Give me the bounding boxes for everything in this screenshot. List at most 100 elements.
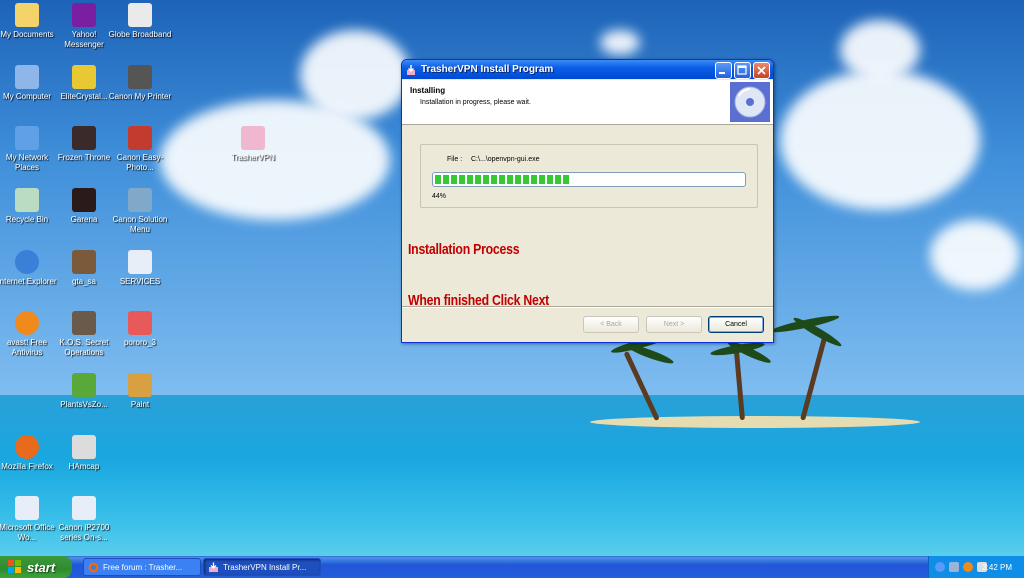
icon-label: Globe Broadband [108, 30, 172, 39]
cloud [930, 220, 1020, 290]
desktop-icon-garena[interactable]: Garena [52, 188, 116, 225]
icon-label: Garena [70, 215, 98, 224]
minimize-icon [719, 72, 725, 74]
desktop-icon-recycle-bin[interactable]: Recycle Bin [0, 188, 59, 225]
icon-label: avast! Free Antivirus [6, 338, 47, 357]
taskbar-item-installer[interactable]: TrasherVPN Install Pr... [203, 558, 321, 576]
crystal-icon [72, 65, 96, 89]
desktop-icon-globe-broadband[interactable]: Globe Broadband [108, 3, 172, 40]
icon-label: SERVICES [119, 277, 161, 286]
desktop-icon-canon-solution-menu[interactable]: Canon Solution Menu [108, 188, 172, 235]
taskbar-item-firefox[interactable]: Free forum : Trasher... [83, 558, 201, 576]
plants-vs-zombies-icon [72, 373, 96, 397]
desktop-icon-my-computer[interactable]: My Computer [0, 65, 59, 102]
printer-icon [128, 65, 152, 89]
icon-label: HAmcap [68, 462, 100, 471]
dialog-titlebar[interactable]: TrasherVPN Install Program [402, 60, 773, 79]
minimize-button[interactable] [715, 62, 732, 79]
word-icon [15, 496, 39, 520]
maximize-button[interactable] [734, 62, 751, 79]
desktop-icon-avast[interactable]: avast! Free Antivirus [0, 311, 59, 358]
avast-icon [15, 311, 39, 335]
taskbar-item-label: Free forum : Trasher... [103, 562, 183, 572]
desktop-icon-canon-my-printer[interactable]: Canon My Printer [108, 65, 172, 102]
desktop-icon-internet-explorer[interactable]: Internet Explorer [0, 250, 59, 287]
desktop-icon-paint[interactable]: Paint [108, 373, 172, 410]
file-path: C:\...\openvpn-gui.exe [471, 156, 540, 163]
network-icon [15, 126, 39, 150]
desktop-icon-my-network-places[interactable]: My Network Places [0, 126, 59, 173]
cloud [840, 20, 920, 80]
computer-icon [15, 65, 39, 89]
annotation-installation-process: Installation Process [408, 241, 520, 258]
desktop-icon-pororo-3[interactable]: pororo_3 [108, 311, 172, 348]
network-icon[interactable] [949, 562, 959, 572]
icon-label: Microsoft Office Wo... [0, 523, 55, 542]
progress-fill [435, 175, 571, 184]
desktop-icon-kos-secret-operations[interactable]: K.O.S. Secret Operations [52, 311, 116, 358]
maximize-icon [737, 65, 747, 75]
progress-bar [432, 172, 746, 187]
clock[interactable]: 3:42 PM [982, 563, 1012, 572]
desktop-icon-mozilla-firefox[interactable]: Mozilla Firefox [0, 435, 59, 472]
close-button[interactable] [753, 62, 770, 79]
desktop-icon-canon-easy-photo[interactable]: Canon Easy-Photo... [108, 126, 172, 173]
firefox-icon [15, 435, 39, 459]
paint-icon [128, 373, 152, 397]
desktop-icon-my-documents[interactable]: My Documents [0, 3, 59, 40]
icon-label: Canon iP2700 series On-s... [58, 523, 110, 542]
icon-label: Canon Easy-Photo... [116, 153, 164, 172]
desktop-icon-gta-sa[interactable]: gta_sa [52, 250, 116, 287]
icon-label: My Network Places [5, 153, 49, 172]
desktop-icon-hamcap[interactable]: HAmcap [52, 435, 116, 472]
desktop-icon-elitecrystal[interactable]: EliteCrystal... [52, 65, 116, 102]
cancel-button[interactable]: Cancel [708, 316, 764, 333]
desktop-icon-frozen-throne[interactable]: Frozen Throne [52, 126, 116, 163]
file-label: File : [447, 156, 463, 163]
icon-label: Frozen Throne [57, 153, 111, 162]
icon-label: Mozilla Firefox [1, 462, 53, 471]
internet-explorer-icon [15, 250, 39, 274]
desktop-icon-plantsvszombies[interactable]: PlantsVsZo... [52, 373, 116, 410]
yahoo-icon [72, 3, 96, 27]
word-document-icon [128, 250, 152, 274]
desktop-icon-microsoft-office-word[interactable]: Microsoft Office Wo... [0, 496, 59, 543]
icon-label: My Computer [2, 92, 51, 101]
kos-icon [72, 311, 96, 335]
globe-icon [128, 3, 152, 27]
start-button[interactable]: start [0, 556, 72, 578]
installer-dialog: TrasherVPN Install Program Installing In… [401, 59, 774, 343]
next-button[interactable]: Next > [646, 316, 702, 333]
button-separator [402, 306, 773, 308]
garena-icon [72, 188, 96, 212]
frozen-throne-icon [72, 126, 96, 150]
close-icon [757, 66, 766, 75]
dialog-title: TrasherVPN Install Program [421, 64, 554, 75]
installer-icon [208, 562, 219, 573]
island-sand [590, 416, 920, 428]
icon-label: Paint [130, 400, 150, 409]
desktop-icon-services[interactable]: SERVICES [108, 250, 172, 287]
taskbar: start Free forum : Trasher... TrasherVPN… [0, 556, 1024, 578]
avast-tray-icon[interactable] [963, 562, 973, 572]
start-label: start [27, 559, 56, 575]
recycle-bin-icon [15, 188, 39, 212]
taskbar-item-label: TrasherVPN Install Pr... [223, 562, 307, 572]
icon-label: Recycle Bin [5, 215, 49, 224]
icon-label: pororo_3 [123, 338, 157, 347]
back-button[interactable]: < Back [583, 316, 639, 333]
cd-icon [730, 82, 770, 122]
icon-label: TrasherVPN [231, 153, 275, 162]
header-subtitle: Installation in progress, please wait. [420, 99, 531, 106]
gta-icon [72, 250, 96, 274]
desktop-icon-canon-ip2700[interactable]: Canon iP2700 series On-s... [52, 496, 116, 543]
desktop-icon-trashervpn[interactable]: TrasherVPN [221, 126, 285, 163]
document-icon [128, 311, 152, 335]
back-arrow-icon[interactable] [935, 562, 945, 572]
folder-icon [15, 3, 39, 27]
installer-icon [241, 126, 265, 150]
cloud [600, 30, 640, 55]
cloud [300, 30, 410, 120]
header-title: Installing [410, 86, 446, 95]
desktop-icon-yahoo-messenger[interactable]: Yahoo! Messenger [52, 3, 116, 50]
